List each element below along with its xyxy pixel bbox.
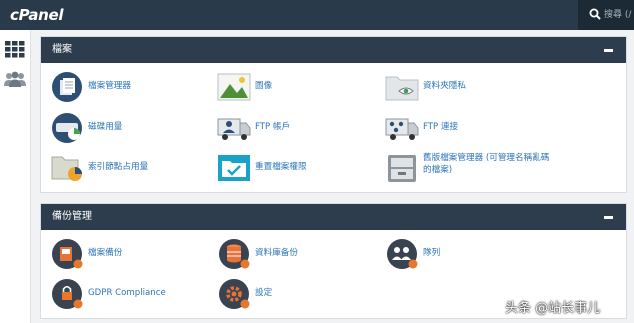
- files-panel-title: 檔案: [52, 44, 72, 55]
- database-backup-link[interactable]: 資料庫备份: [217, 239, 298, 269]
- disk-usage-link[interactable]: 磁碟用量: [50, 113, 122, 143]
- backup-panel-title: 備份管理: [52, 211, 92, 222]
- images-link[interactable]: 圖像: [217, 72, 272, 102]
- inode-usage-label: 索引節點占用量: [88, 162, 149, 173]
- directory-privacy-label: 資料夾隱私: [423, 81, 466, 92]
- gdpr-icon: [52, 279, 83, 309]
- sidebar: [0, 30, 31, 323]
- file-manager-link[interactable]: 檔案管理器: [50, 72, 131, 102]
- collapse-icon[interactable]: [604, 216, 613, 219]
- ftp-accounts-icon: [217, 118, 251, 140]
- settings-link[interactable]: 設定: [217, 279, 272, 309]
- top-bar: cPanel: [0, 0, 634, 30]
- database-backup-label: 資料庫备份: [255, 248, 298, 259]
- files-panel-header[interactable]: 檔案: [41, 37, 626, 63]
- ftp-connections-label: FTP 連接: [423, 122, 459, 133]
- files-panel: 檔案 檔案管理器 圖像 資料夾隱私 磁碟用量 FTP 帳戶 FTP 連接 索引節…: [40, 36, 627, 193]
- watermark: 头条 @站长事儿: [505, 301, 601, 316]
- inode-usage-icon: [51, 156, 82, 181]
- ftp-accounts-label: FTP 帳戶: [255, 122, 291, 133]
- settings-icon: [219, 279, 250, 309]
- legacy-file-manager-icon: [388, 155, 416, 182]
- gdpr-link[interactable]: GDPR Compliance: [50, 279, 166, 309]
- sidebar-item-tools[interactable]: [3, 38, 27, 60]
- search-input[interactable]: [604, 7, 634, 23]
- file-manager-icon: [52, 72, 82, 102]
- reset-permissions-label: 重置檔案權限: [255, 162, 307, 173]
- queue-icon: [387, 239, 418, 269]
- grid-icon: [5, 40, 25, 57]
- backup-panel-header[interactable]: 備份管理: [41, 204, 626, 230]
- users-icon: [4, 71, 26, 87]
- disk-usage-label: 磁碟用量: [88, 122, 123, 133]
- directory-privacy-link[interactable]: 資料夾隱私: [385, 72, 466, 102]
- file-backup-link[interactable]: 檔案備份: [50, 239, 122, 269]
- ftp-connections-icon: [385, 118, 419, 140]
- database-backup-icon: [219, 239, 250, 269]
- queue-label: 隊列: [423, 248, 441, 259]
- ftp-accounts-link[interactable]: FTP 帳戶: [217, 113, 290, 143]
- file-backup-label: 檔案備份: [88, 248, 123, 259]
- search-box[interactable]: [578, 0, 634, 30]
- gdpr-label: GDPR Compliance: [88, 288, 166, 299]
- reset-permissions-link[interactable]: 重置檔案權限: [217, 153, 307, 183]
- collapse-icon[interactable]: [604, 49, 613, 52]
- legacy-file-manager-link[interactable]: 舊版檔案管理器 (可管理名稱亂碼的檔案): [385, 153, 553, 183]
- file-manager-label: 檔案管理器: [88, 81, 131, 92]
- reset-permissions-icon: [218, 155, 250, 181]
- settings-label: 設定: [255, 288, 273, 299]
- search-icon: [589, 8, 601, 20]
- queue-link[interactable]: 隊列: [385, 239, 440, 269]
- legacy-file-manager-label: 舊版檔案管理器 (可管理名稱亂碼的檔案): [423, 153, 550, 175]
- inode-usage-link[interactable]: 索引節點占用量: [50, 153, 148, 183]
- directory-privacy-icon: [385, 76, 419, 101]
- images-icon: [217, 73, 251, 101]
- cpanel-logo[interactable]: cPanel: [10, 6, 64, 24]
- sidebar-item-users[interactable]: [3, 68, 27, 90]
- file-backup-icon: [52, 239, 83, 269]
- images-label: 圖像: [255, 81, 273, 92]
- ftp-connections-link[interactable]: FTP 連接: [385, 113, 458, 143]
- disk-usage-icon: [52, 113, 82, 143]
